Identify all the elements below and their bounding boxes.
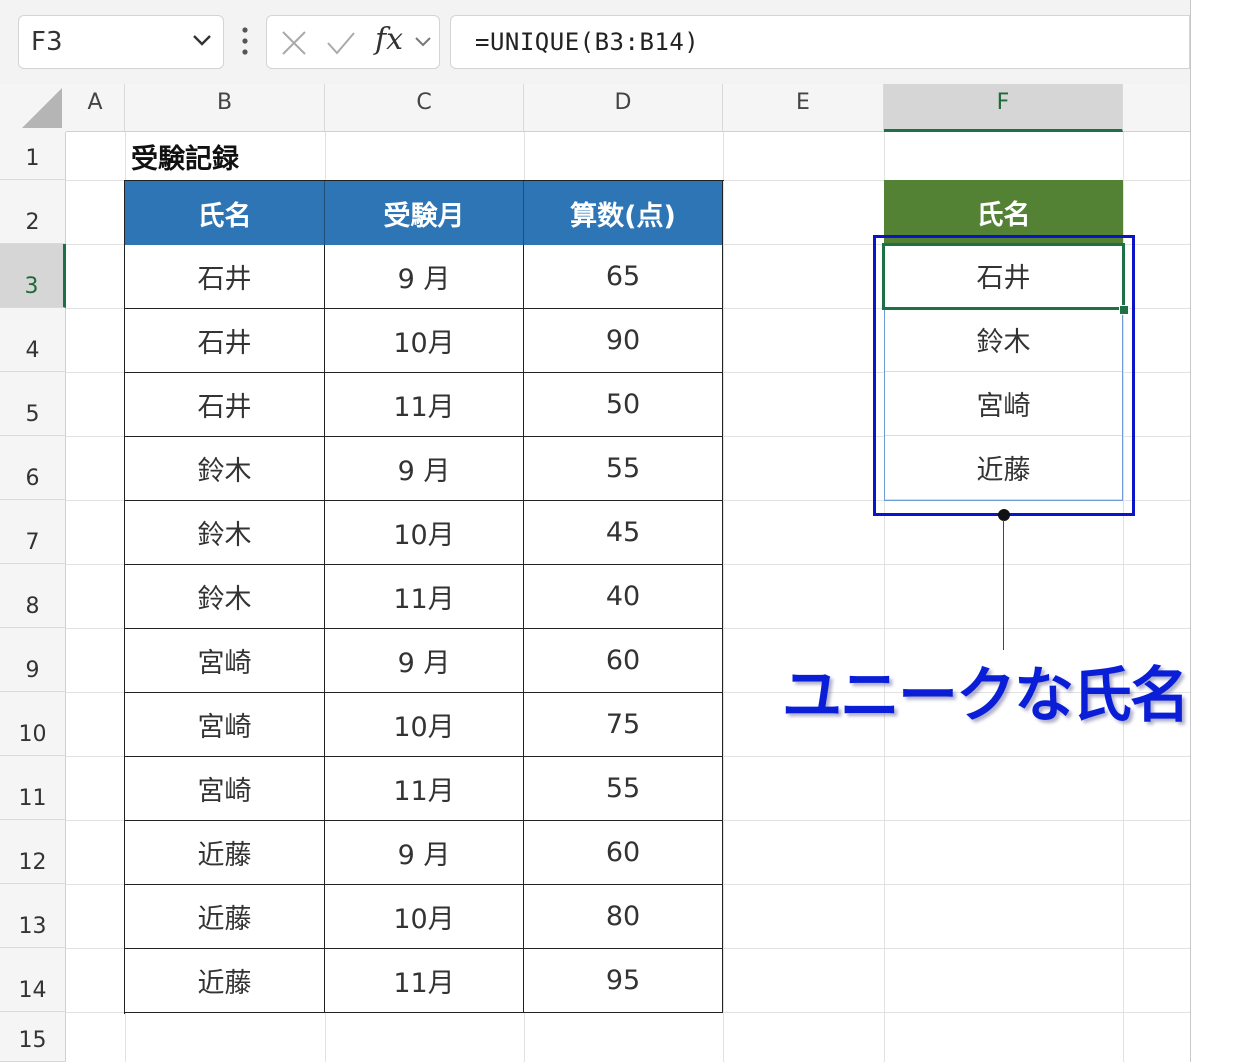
row-header-6[interactable]: 6 (0, 436, 66, 500)
table-cell[interactable]: 9 月 (325, 821, 524, 885)
row-header-8[interactable]: 8 (0, 564, 66, 628)
table-cell[interactable]: 80 (524, 885, 723, 949)
table-cell[interactable]: 60 (524, 629, 723, 693)
table-cell[interactable]: 石井 (125, 373, 325, 437)
row-header-12[interactable]: 12 (0, 820, 66, 884)
name-box[interactable]: F3 (18, 15, 224, 69)
header-name[interactable]: 氏名 (125, 181, 325, 245)
table-cell[interactable]: 95 (524, 949, 723, 1013)
row-header-4[interactable]: 4 (0, 308, 66, 372)
row-header-1[interactable]: 1 (0, 132, 66, 180)
sheet-title[interactable]: 受験記録 (125, 132, 385, 180)
table-cell[interactable]: 10月 (325, 693, 524, 757)
header-month[interactable]: 受験月 (325, 181, 524, 245)
table-cell[interactable]: 10月 (325, 885, 524, 949)
row-header-13[interactable]: 13 (0, 884, 66, 948)
more-options-icon[interactable] (238, 26, 252, 56)
table-cell[interactable]: 石井 (125, 309, 325, 373)
leader-dot (998, 509, 1010, 521)
row-header-7[interactable]: 7 (0, 500, 66, 564)
table-cell[interactable]: 鈴木 (125, 501, 325, 565)
data-table: 氏名 受験月 算数(点) 石井 9 月 65 石井 10月 90 石井 11月 50 鈴木 9 月5… (124, 180, 724, 1014)
table-cell[interactable]: 10月 (325, 309, 524, 373)
row-header-11[interactable]: 11 (0, 756, 66, 820)
table-cell[interactable]: 75 (524, 693, 723, 757)
table-cell[interactable]: 鈴木 (125, 437, 325, 501)
header-score[interactable]: 算数(点) (524, 181, 723, 245)
table-cell[interactable]: 9 月 (325, 437, 524, 501)
table-cell[interactable]: 45 (524, 501, 723, 565)
column-header-c[interactable]: C (325, 84, 524, 132)
column-header-d[interactable]: D (524, 84, 723, 132)
table-cell[interactable]: 40 (524, 565, 723, 629)
leader-line (1003, 520, 1004, 650)
table-cell[interactable]: 11月 (325, 757, 524, 821)
insert-function-icon[interactable]: fx (375, 22, 403, 57)
select-all-icon[interactable] (0, 84, 66, 132)
table-cell[interactable]: 50 (524, 373, 723, 437)
table-cell[interactable]: 11月 (325, 949, 524, 1013)
column-header-g[interactable] (1123, 84, 1190, 132)
annotation-label: ユニークな氏名 (782, 661, 1190, 731)
select-all-corner[interactable] (0, 84, 66, 132)
row-header-10[interactable]: 10 (0, 692, 66, 756)
table-cell[interactable]: 11月 (325, 373, 524, 437)
table-cell[interactable]: 宮崎 (125, 693, 325, 757)
table-cell[interactable]: 55 (524, 757, 723, 821)
row-header-15[interactable]: 15 (0, 1012, 66, 1062)
column-header-f[interactable]: F (884, 84, 1123, 132)
row-header-14[interactable]: 14 (0, 948, 66, 1012)
chevron-down-icon[interactable] (413, 32, 433, 52)
table-cell[interactable]: 近藤 (125, 949, 325, 1013)
name-box-value: F3 (31, 27, 63, 57)
table-cell[interactable]: 宮崎 (125, 757, 325, 821)
window-edge (1190, 0, 1191, 1062)
table-cell[interactable]: 90 (524, 309, 723, 373)
table-cell[interactable]: 60 (524, 821, 723, 885)
table-cell[interactable]: 9 月 (325, 629, 524, 693)
table-cell[interactable]: 近藤 (125, 885, 325, 949)
table-cell[interactable]: 10月 (325, 501, 524, 565)
formula-input[interactable]: =UNIQUE(B3:B14) (450, 15, 1190, 69)
table-cell[interactable]: 宮崎 (125, 629, 325, 693)
chevron-down-icon[interactable] (191, 29, 213, 51)
row-header-2[interactable]: 2 (0, 180, 66, 244)
row-header-5[interactable]: 5 (0, 372, 66, 436)
table-cell[interactable]: 55 (524, 437, 723, 501)
worksheet-grid: A B C D E F 1 2 3 4 5 6 7 8 9 10 11 12 1… (0, 84, 1190, 1062)
column-header-e[interactable]: E (723, 84, 884, 132)
cancel-icon[interactable] (279, 28, 309, 58)
row-header-3[interactable]: 3 (0, 244, 66, 308)
enter-check-icon[interactable] (325, 28, 357, 58)
column-header-b[interactable]: B (125, 84, 325, 132)
row-header-9[interactable]: 9 (0, 628, 66, 692)
table-cell[interactable]: 11月 (325, 565, 524, 629)
table-cell[interactable]: 石井 (125, 245, 325, 309)
table-cell[interactable]: 近藤 (125, 821, 325, 885)
formula-text: =UNIQUE(B3:B14) (475, 28, 700, 56)
formula-bar: F3 fx =UNIQUE(B3:B14) (0, 0, 1190, 84)
table-cell[interactable]: 65 (524, 245, 723, 309)
column-header-a[interactable]: A (66, 84, 125, 132)
table-cell[interactable]: 鈴木 (125, 565, 325, 629)
formula-buttons: fx (266, 15, 440, 69)
highlight-box (873, 235, 1135, 516)
table-cell[interactable]: 9 月 (325, 245, 524, 309)
